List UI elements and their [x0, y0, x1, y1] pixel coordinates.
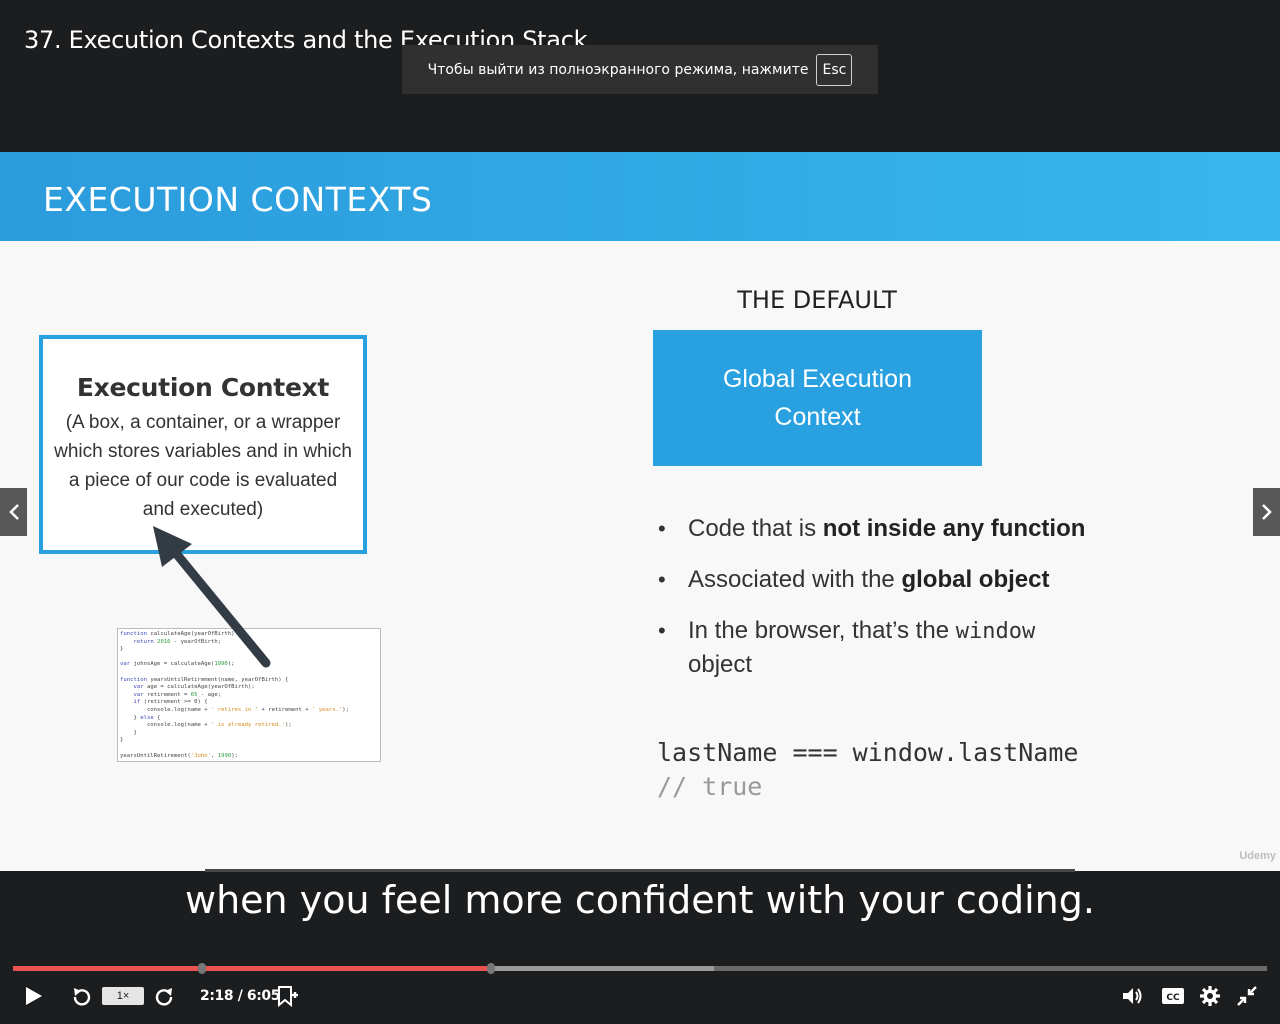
playback-speed-button[interactable]: 1× — [102, 987, 144, 1005]
pointer-arrow-icon — [153, 526, 271, 668]
gec-line-2: Context — [774, 403, 861, 431]
subtitle-caption: when you feel more confident with your c… — [185, 878, 1095, 922]
bullet-list: Code that is not inside any function Ass… — [658, 512, 1128, 699]
forward-icon — [155, 988, 173, 1006]
next-lecture-button[interactable] — [1253, 488, 1280, 536]
bullet-text: In the browser, that’s the — [688, 617, 956, 644]
slide-header-bar: EXECUTION CONTEXTS — [0, 152, 1280, 241]
rewind-icon — [73, 988, 91, 1006]
bullet-item: Associated with the global object — [658, 563, 1128, 596]
slide-title: EXECUTION CONTEXTS — [43, 180, 433, 219]
captions-icon: CC — [1162, 988, 1184, 1004]
play-icon — [26, 987, 42, 1005]
captions-button[interactable]: CC — [1159, 983, 1187, 1009]
bullet-bold: not inside any function — [822, 515, 1086, 542]
bullet-text: Code that is — [688, 515, 823, 542]
bullet-item: Code that is not inside any function — [658, 512, 1128, 545]
previous-lecture-button[interactable] — [0, 488, 27, 536]
default-heading: THE DEFAULT — [737, 286, 897, 314]
esc-key-badge: Esc — [816, 53, 853, 86]
chevron-right-icon — [1261, 504, 1272, 520]
exit-fullscreen-button[interactable] — [1234, 983, 1260, 1009]
code-comparison: lastName === window.lastName — [657, 738, 1079, 767]
gec-line-1: Global Execution — [722, 365, 912, 393]
execution-context-title: Execution Context — [76, 373, 330, 402]
bullet-text: object — [688, 651, 753, 678]
caption-divider — [205, 869, 1075, 872]
rewind-button[interactable] — [68, 984, 94, 1010]
settings-button[interactable] — [1197, 983, 1223, 1009]
global-execution-context-box: Global Execution Context — [653, 330, 982, 466]
udemy-watermark: Udemy — [1239, 850, 1276, 862]
volume-icon — [1123, 988, 1142, 1004]
fullscreen-exit-notice: Чтобы выйти из полноэкранного режима, на… — [402, 45, 878, 94]
bullet-text: Associated with the — [688, 566, 902, 593]
code-comment: // true — [657, 772, 763, 801]
forward-button[interactable] — [152, 984, 178, 1010]
execution-context-description: (A box, a container, or a wrapper which … — [54, 412, 352, 520]
fullscreen-notice-text: Чтобы выйти из полноэкранного режима, на… — [427, 61, 809, 78]
progress-played — [13, 966, 489, 971]
play-button[interactable] — [20, 983, 46, 1009]
settings-icon — [1200, 986, 1220, 1006]
progress-bookmark-marker[interactable] — [486, 963, 495, 974]
svg-text:CC: CC — [1166, 993, 1180, 1003]
progress-bar[interactable] — [13, 963, 1267, 974]
time-display: 2:18 / 6:05 — [200, 988, 281, 1004]
add-note-icon — [278, 986, 298, 1007]
progress-bookmark-marker[interactable] — [198, 963, 207, 974]
volume-button[interactable] — [1119, 983, 1145, 1009]
exit-fullscreen-icon — [1237, 986, 1257, 1006]
lecture-slide: EXECUTION CONTEXTS Execution Context (A … — [0, 152, 1280, 871]
add-note-button[interactable] — [274, 983, 300, 1009]
chevron-left-icon — [8, 504, 19, 520]
bullet-code: window — [955, 619, 1036, 644]
bullet-bold: global object — [901, 566, 1050, 593]
bullet-item: In the browser, that’s the window object — [658, 614, 1128, 681]
